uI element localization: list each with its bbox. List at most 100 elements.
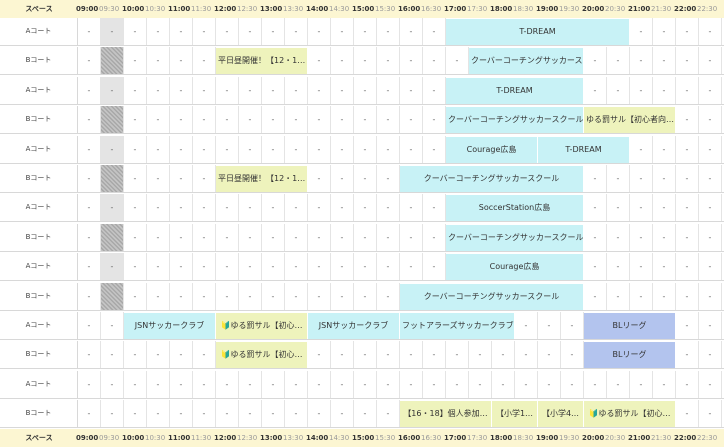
empty-slot[interactable]: - [285, 106, 308, 134]
empty-slot[interactable]: - [216, 106, 239, 134]
empty-slot[interactable]: - [377, 282, 400, 310]
empty-slot[interactable]: - [170, 165, 193, 192]
empty-slot[interactable]: - [400, 370, 423, 398]
empty-slot[interactable]: - [262, 106, 285, 134]
empty-slot[interactable]: - [423, 76, 446, 104]
empty-slot[interactable]: - [423, 223, 446, 251]
empty-slot[interactable]: - [676, 194, 699, 222]
empty-slot[interactable]: - [354, 253, 377, 281]
empty-slot[interactable]: - [147, 253, 170, 281]
empty-slot[interactable]: - [423, 341, 446, 369]
empty-slot[interactable]: - [124, 370, 147, 398]
empty-slot[interactable]: - [423, 47, 446, 75]
booking-block[interactable]: T-DREAM [446, 19, 629, 45]
booking-block[interactable]: BLリーグ [584, 342, 675, 369]
empty-slot[interactable]: - [193, 223, 216, 251]
empty-slot[interactable]: - [676, 47, 699, 75]
empty-slot[interactable]: - [331, 282, 354, 310]
empty-slot[interactable]: - [699, 165, 722, 192]
empty-slot[interactable]: - [676, 370, 699, 398]
empty-slot[interactable]: - [124, 194, 147, 222]
empty-slot[interactable]: - [101, 312, 124, 339]
empty-slot[interactable]: - [308, 18, 331, 45]
empty-slot[interactable]: - [308, 47, 331, 75]
empty-slot[interactable]: - [354, 370, 377, 398]
booking-block[interactable]: ゆる罰サル【初心者向… [584, 107, 675, 134]
empty-slot[interactable]: - [78, 47, 101, 75]
empty-slot[interactable]: - [193, 370, 216, 398]
empty-slot[interactable]: - [101, 341, 124, 369]
empty-slot[interactable]: - [170, 223, 193, 251]
empty-slot[interactable]: - [630, 76, 653, 104]
empty-slot[interactable]: - [515, 370, 538, 398]
empty-slot[interactable]: - [308, 106, 331, 134]
empty-slot[interactable]: - [699, 135, 722, 163]
empty-slot[interactable]: - [653, 76, 676, 104]
empty-slot[interactable]: - [285, 135, 308, 163]
empty-slot[interactable]: - [377, 106, 400, 134]
booking-block[interactable]: クーバーコーチングサッカースクール [446, 107, 583, 134]
empty-slot[interactable]: - [147, 400, 170, 428]
empty-slot[interactable]: - [676, 282, 699, 310]
empty-slot[interactable]: - [400, 18, 423, 45]
empty-slot[interactable]: - [170, 341, 193, 369]
empty-slot[interactable]: - [239, 76, 262, 104]
empty-slot[interactable]: - [285, 194, 308, 222]
empty-slot[interactable]: - [630, 253, 653, 281]
empty-slot[interactable]: - [193, 194, 216, 222]
empty-slot[interactable]: - [78, 165, 101, 192]
empty-slot[interactable]: - [331, 253, 354, 281]
empty-slot[interactable]: - [469, 370, 492, 398]
empty-slot[interactable]: - [147, 106, 170, 134]
empty-slot[interactable]: - [331, 18, 354, 45]
empty-slot[interactable]: - [354, 341, 377, 369]
empty-slot[interactable]: - [331, 135, 354, 163]
booking-block[interactable]: JSNサッカークラブ [124, 313, 215, 339]
empty-slot[interactable]: - [699, 47, 722, 75]
empty-slot[interactable]: - [377, 194, 400, 222]
booking-block[interactable]: 【16・18】個人参加… [400, 401, 491, 428]
empty-slot[interactable]: - [78, 341, 101, 369]
booking-block[interactable]: 🔰ゆる罰サル【初心… [216, 342, 307, 369]
empty-slot[interactable]: - [676, 400, 699, 428]
empty-slot[interactable]: - [147, 341, 170, 369]
empty-slot[interactable]: - [170, 400, 193, 428]
empty-slot[interactable]: - [308, 400, 331, 428]
empty-slot[interactable]: - [423, 106, 446, 134]
booking-block[interactable]: クーバーコーチングサッカースクール [400, 166, 583, 192]
booking-block[interactable]: 【小学1… [492, 401, 537, 428]
empty-slot[interactable]: - [331, 223, 354, 251]
booking-block[interactable]: T-DREAM [538, 136, 629, 163]
empty-slot[interactable]: - [676, 76, 699, 104]
empty-slot[interactable]: - [331, 400, 354, 428]
empty-slot[interactable]: - [147, 47, 170, 75]
booking-block[interactable]: フットアラーズサッカークラブ [400, 313, 514, 339]
empty-slot[interactable]: - [262, 135, 285, 163]
empty-slot[interactable]: - [147, 135, 170, 163]
empty-slot[interactable]: - [377, 341, 400, 369]
empty-slot[interactable]: - [377, 165, 400, 192]
empty-slot[interactable]: - [377, 135, 400, 163]
empty-slot[interactable]: - [262, 194, 285, 222]
empty-slot[interactable]: - [147, 76, 170, 104]
booking-block[interactable]: 🔰ゆる罰サル【初心… [216, 313, 307, 339]
empty-slot[interactable]: - [676, 253, 699, 281]
empty-slot[interactable]: - [446, 370, 469, 398]
empty-slot[interactable]: - [193, 106, 216, 134]
empty-slot[interactable]: - [216, 253, 239, 281]
empty-slot[interactable]: - [630, 135, 653, 163]
empty-slot[interactable]: - [262, 76, 285, 104]
empty-slot[interactable]: - [584, 253, 607, 281]
booking-block[interactable]: JSNサッカークラブ [308, 313, 399, 339]
empty-slot[interactable]: - [239, 18, 262, 45]
empty-slot[interactable]: - [331, 194, 354, 222]
empty-slot[interactable]: - [377, 47, 400, 75]
empty-slot[interactable]: - [193, 341, 216, 369]
empty-slot[interactable]: - [170, 253, 193, 281]
empty-slot[interactable]: - [699, 253, 722, 281]
empty-slot[interactable]: - [699, 194, 722, 222]
empty-slot[interactable]: - [285, 282, 308, 310]
empty-slot[interactable]: - [377, 223, 400, 251]
empty-slot[interactable]: - [285, 253, 308, 281]
empty-slot[interactable]: - [147, 165, 170, 192]
